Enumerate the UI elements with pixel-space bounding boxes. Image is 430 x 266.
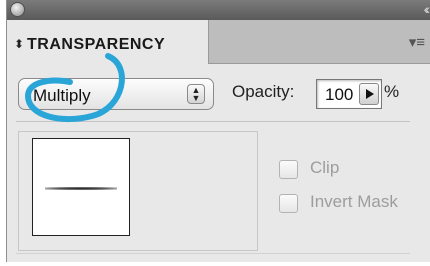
close-button[interactable]: [11, 3, 24, 16]
divider: [16, 121, 410, 122]
opacity-unit: %: [384, 82, 400, 101]
tab-row: ⬍ TRANSPARENCY ▾≡: [7, 20, 430, 64]
clip-checkbox[interactable]: [279, 160, 298, 179]
clip-label: Clip: [310, 158, 340, 177]
up-down-arrows-icon: ⬍: [14, 37, 25, 51]
blend-mode-select[interactable]: Multiply ▲ ▼: [18, 78, 214, 110]
opacity-slider-arrow-icon[interactable]: [359, 83, 379, 105]
blend-mode-value: Multiply: [33, 86, 91, 105]
tab-transparency[interactable]: ⬍ TRANSPARENCY: [7, 20, 209, 64]
opacity-value: 100: [325, 85, 354, 104]
opacity-input[interactable]: 100: [316, 79, 382, 109]
object-thumbnail[interactable]: [32, 138, 130, 236]
panel-menu-icon[interactable]: ▾≡: [409, 33, 425, 51]
tab-label: TRANSPARENCY: [27, 36, 166, 53]
panel-titlebar: ‹‹: [7, 0, 430, 20]
double-chevron-icon[interactable]: ‹‹: [424, 1, 430, 17]
thumbnail-line-art: [45, 187, 117, 190]
stepper-arrows-icon: ▲ ▼: [187, 84, 205, 104]
invert-mask-label: Invert Mask: [310, 192, 398, 211]
opacity-label: Opacity:: [232, 82, 295, 101]
bottom-rule: [16, 253, 410, 254]
invert-mask-checkbox[interactable]: [279, 194, 298, 213]
